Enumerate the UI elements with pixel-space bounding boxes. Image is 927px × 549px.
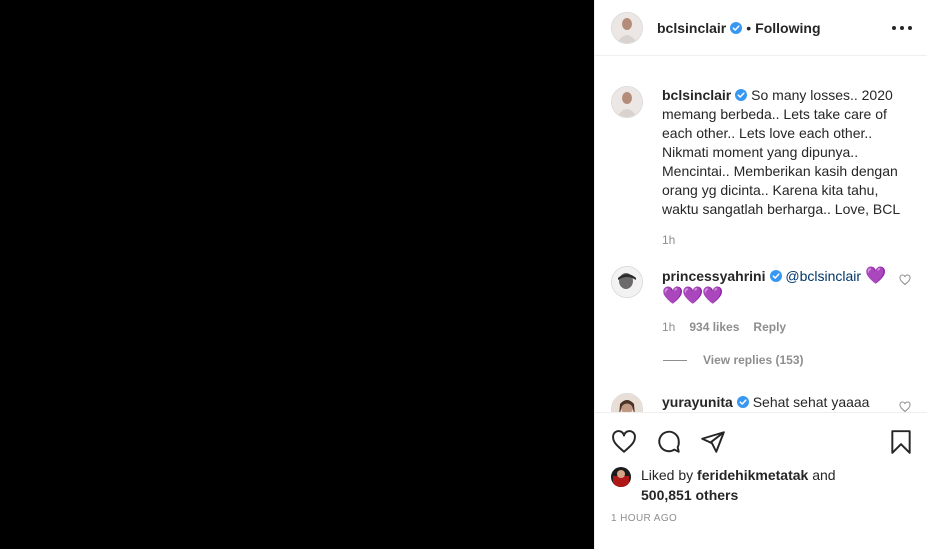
commenter-avatar[interactable] (611, 266, 643, 298)
caption-text: So many losses.. 2020 memang berbeda.. L… (662, 87, 901, 217)
comment-username[interactable]: princessyahrini (662, 268, 766, 284)
separator-dot: • (746, 19, 752, 36)
comment-text: Sehat sehat yaaaa (752, 394, 870, 410)
view-replies-label: View replies (153) (703, 353, 804, 367)
verified-badge-icon (735, 89, 748, 101)
author-username[interactable]: bclsinclair (657, 20, 726, 36)
liker-username[interactable]: feridehikmetatak (697, 467, 808, 483)
likes-others[interactable]: 500,851 others (641, 487, 738, 503)
post-actions: Liked by feridehikmetatak and 500,851 ot… (595, 412, 927, 549)
verified-badge-icon (736, 396, 749, 408)
more-dots-icon[interactable] (892, 18, 912, 38)
comment-time: 1h (662, 320, 676, 334)
caption-text-block: bclsinclair So many losses.. 2020 memang… (662, 86, 910, 219)
liker-avatar[interactable] (611, 467, 631, 487)
caption-time: 1h (662, 233, 676, 247)
comment-mention[interactable]: @bclsinclair (785, 268, 861, 284)
view-replies-button[interactable]: View replies (153) (663, 353, 804, 367)
post-media[interactable] (0, 0, 594, 549)
comment-like-heart-icon[interactable] (899, 401, 911, 412)
comments-list[interactable]: bclsinclair So many losses.. 2020 memang… (595, 57, 927, 412)
comment-icon[interactable] (656, 429, 682, 455)
verified-badge-icon (730, 21, 743, 34)
post-panel: bclsinclair • Following bclsinclair So m… (594, 0, 927, 549)
replies-line (663, 359, 687, 361)
comment-likes[interactable]: 934 likes (689, 320, 739, 334)
following-button[interactable]: Following (755, 20, 820, 36)
verified-badge-icon (769, 270, 782, 282)
comment-item: princessyahrini @bclsinclair 💜💜💜💜 1h 934… (611, 266, 911, 334)
bookmark-icon[interactable] (888, 429, 914, 455)
likes-text: Liked by feridehikmetatak and 500,851 ot… (641, 465, 836, 505)
caption: bclsinclair So many losses.. 2020 memang… (611, 86, 911, 247)
post-timestamp[interactable]: 1 HOUR AGO (611, 513, 677, 524)
caption-username[interactable]: bclsinclair (662, 87, 731, 103)
caption-meta: 1h (662, 233, 911, 247)
comment-username[interactable]: yurayunita (662, 394, 733, 410)
caption-avatar[interactable] (611, 86, 643, 118)
paper-plane-icon[interactable] (700, 429, 726, 455)
comment-item: yurayunita Sehat sehat yaaaa (611, 393, 911, 412)
comment-text-block: yurayunita Sehat sehat yaaaa (662, 393, 911, 412)
likes-summary: Liked by feridehikmetatak and 500,851 ot… (611, 465, 836, 505)
post-header: bclsinclair • Following (595, 0, 927, 56)
comment-like-heart-icon[interactable] (899, 274, 911, 286)
comment-text-block: princessyahrini @bclsinclair 💜💜💜💜 (662, 266, 892, 306)
heart-icon[interactable] (611, 429, 637, 455)
reply-button[interactable]: Reply (753, 320, 786, 334)
author-avatar[interactable] (611, 11, 643, 44)
liked-by-prefix: Liked by (641, 467, 694, 483)
commenter-avatar[interactable] (611, 393, 643, 412)
comment-meta: 1h 934 likes Reply (662, 320, 911, 334)
likes-and: and (812, 467, 836, 483)
